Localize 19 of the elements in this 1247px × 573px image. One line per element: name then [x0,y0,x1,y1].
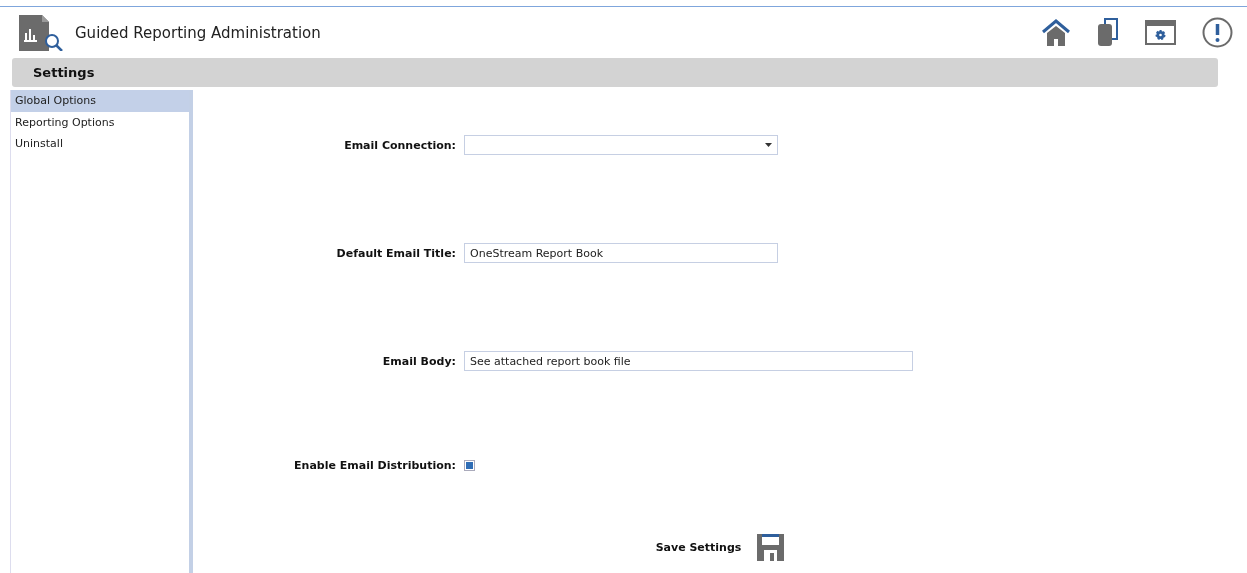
alert-icon[interactable] [1202,17,1233,48]
save-settings-button[interactable]: Save Settings [655,541,742,554]
sidebar-item[interactable]: Uninstall [11,133,189,155]
field-label: Enable Email Distribution: [293,459,456,472]
checkbox[interactable] [464,460,475,471]
report-search-icon [19,14,65,51]
field-label: Email Connection: [343,138,456,152]
caret-icon [765,143,772,147]
input-field[interactable]: OneStream Report Book [464,243,778,263]
field-label: Default Email Title: [335,246,456,260]
books-icon[interactable] [1097,18,1119,47]
input-field[interactable]: See attached report book file [464,351,913,371]
field-label: Email Body: [381,354,456,368]
section-title: Settings [33,65,95,80]
settings-window-icon[interactable] [1145,20,1176,45]
home-icon[interactable] [1041,18,1071,47]
sidebar-item[interactable]: Reporting Options [11,111,189,133]
sidebar-item[interactable]: Global Options [11,90,189,112]
app-title: Guided Reporting Administration [75,23,322,42]
